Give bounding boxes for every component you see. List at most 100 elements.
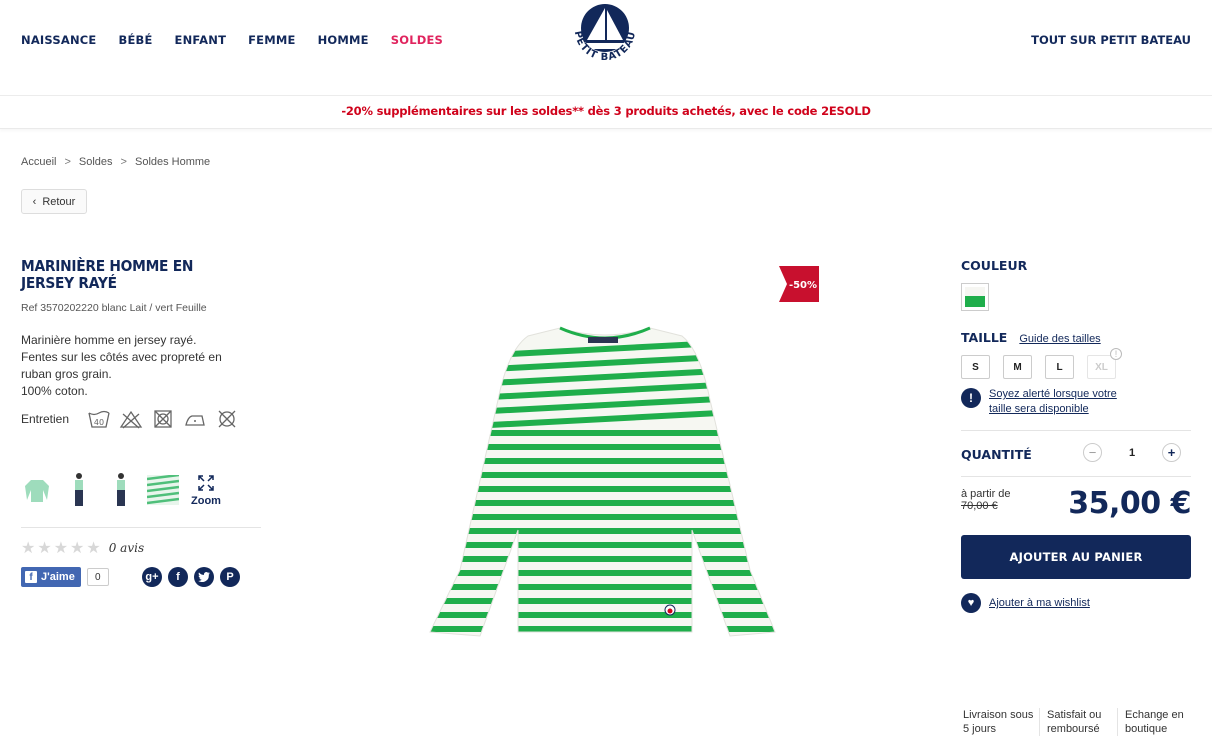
wash-40-icon: 40 bbox=[88, 410, 110, 428]
facebook-like-label: J'aime bbox=[41, 571, 75, 583]
price-from-label: à partir de bbox=[961, 488, 1011, 500]
description-line: Marinière homme en jersey rayé. bbox=[21, 333, 197, 347]
no-bleach-icon bbox=[119, 410, 143, 429]
shirt-stripe bbox=[430, 472, 775, 478]
current-price: 35,00 € bbox=[1068, 486, 1191, 521]
shirt-stripe bbox=[430, 458, 775, 464]
star-icon: ★ bbox=[37, 540, 52, 557]
facebook-like-button[interactable]: f J'aime bbox=[21, 567, 81, 587]
quantity-decrease-button[interactable]: − bbox=[1083, 443, 1102, 462]
breadcrumb-soldes[interactable]: Soldes bbox=[79, 156, 113, 168]
discount-badge: -50% bbox=[779, 266, 819, 302]
size-options: S M L XL bbox=[961, 355, 1116, 379]
size-l[interactable]: L bbox=[1045, 355, 1074, 379]
alert-icon: ! bbox=[961, 388, 981, 408]
pinterest-icon[interactable]: P bbox=[220, 567, 240, 587]
thumbnail-detail[interactable] bbox=[147, 472, 179, 508]
breadcrumb-soldes-homme[interactable]: Soldes Homme bbox=[135, 156, 210, 168]
star-icon: ★ bbox=[21, 540, 36, 557]
care-instructions: Entretien 40 bbox=[21, 408, 239, 430]
feature-delivery: Livraison sous 5 jours bbox=[963, 709, 1034, 735]
wishlist-link[interactable]: Ajouter à ma wishlist bbox=[989, 597, 1090, 609]
thumbnail-model-front[interactable] bbox=[63, 472, 95, 508]
thumbnail-front[interactable] bbox=[21, 472, 53, 508]
nav-homme[interactable]: HOMME bbox=[318, 33, 369, 47]
promo-banner[interactable]: -20% supplémentaires sur les soldes** dè… bbox=[0, 96, 1212, 129]
unavailable-info-icon[interactable]: ! bbox=[1110, 348, 1122, 360]
shirt-stripe bbox=[430, 444, 775, 450]
size-m[interactable]: M bbox=[1003, 355, 1032, 379]
about-link[interactable]: TOUT SUR PETIT BATEAU bbox=[1031, 33, 1191, 47]
star-icon: ★ bbox=[86, 540, 101, 557]
quantity-stepper: − 1 + bbox=[1083, 443, 1181, 462]
quantity-label: QUANTITÉ bbox=[961, 447, 1032, 462]
facebook-icon[interactable]: f bbox=[168, 567, 188, 587]
divider bbox=[961, 476, 1191, 477]
breadcrumb-separator: > bbox=[120, 156, 127, 168]
wishlist: ♥ Ajouter à ma wishlist bbox=[961, 593, 1090, 613]
no-dry-clean-icon bbox=[218, 410, 236, 428]
rating[interactable]: ★ ★ ★ ★ ★ 0 avis bbox=[21, 538, 144, 558]
add-to-cart-button[interactable]: AJOUTER AU PANIER bbox=[961, 535, 1191, 579]
facebook-like-count: 0 bbox=[86, 568, 109, 586]
shirt-stripe bbox=[430, 430, 775, 436]
shirt-stripe bbox=[430, 598, 775, 604]
main-nav: NAISSANCE BÉBÉ ENFANT FEMME HOMME SOLDES bbox=[21, 33, 465, 47]
divider bbox=[961, 430, 1191, 431]
nav-soldes[interactable]: SOLDES bbox=[391, 33, 443, 47]
old-price: 70,00 € bbox=[961, 500, 998, 512]
discount-label: -50% bbox=[789, 280, 817, 291]
petit-bateau-logo[interactable]: PETIT BATEAU bbox=[561, 0, 649, 80]
product-title: MARINIÈRE HOMME EN JERSEY RAYÉ bbox=[21, 257, 194, 292]
back-button[interactable]: ‹ Retour bbox=[21, 189, 87, 214]
divider bbox=[21, 527, 261, 528]
quantity-value[interactable]: 1 bbox=[1102, 447, 1162, 459]
size-label: TAILLE bbox=[961, 330, 1008, 345]
shirt-stripe bbox=[430, 584, 775, 590]
shirt-stripe bbox=[430, 486, 775, 492]
twitter-icon[interactable] bbox=[194, 567, 214, 587]
breadcrumb-accueil[interactable]: Accueil bbox=[21, 156, 56, 168]
expand-icon bbox=[197, 474, 215, 495]
reviews-count[interactable]: 0 avis bbox=[109, 541, 144, 555]
heart-icon[interactable]: ♥ bbox=[961, 593, 981, 613]
quantity-increase-button[interactable]: + bbox=[1162, 443, 1181, 462]
size-alert-link[interactable]: Soyez alerté lorsque votre taille sera d… bbox=[989, 387, 1129, 417]
description-line: Fentes sur les côtés avec propreté en ru… bbox=[21, 350, 222, 381]
zoom-button[interactable]: Zoom bbox=[191, 474, 221, 507]
service-features: Livraison sous 5 jours Satisfait ou remb… bbox=[961, 708, 1195, 736]
price-from: à partir de 70,00 € bbox=[961, 488, 1011, 512]
google-plus-icon[interactable]: g+ bbox=[142, 567, 162, 587]
shirt-stripe bbox=[430, 542, 775, 548]
care-label: Entretien bbox=[21, 412, 70, 426]
size-guide-link[interactable]: Guide des tailles bbox=[1019, 333, 1100, 345]
star-icon: ★ bbox=[70, 540, 85, 557]
thumbnail-model-back[interactable] bbox=[105, 472, 137, 508]
size-header: TAILLE Guide des tailles bbox=[961, 330, 1101, 345]
nav-naissance[interactable]: NAISSANCE bbox=[21, 33, 96, 47]
social-share: g+ f P bbox=[142, 567, 240, 587]
wash-temp-label: 40 bbox=[94, 418, 104, 427]
breadcrumb-separator: > bbox=[64, 156, 71, 168]
nav-enfant[interactable]: ENFANT bbox=[175, 33, 227, 47]
breadcrumb: Accueil > Soldes > Soldes Homme bbox=[21, 156, 210, 168]
nav-femme[interactable]: FEMME bbox=[248, 33, 295, 47]
color-label: COULEUR bbox=[961, 258, 1028, 273]
shirt-stripe bbox=[430, 626, 775, 632]
thumbnail-strip: Zoom bbox=[21, 472, 221, 508]
product-description: Marinière homme en jersey rayé. Fentes s… bbox=[21, 332, 251, 400]
description-line: 100% coton. bbox=[21, 384, 88, 398]
size-alert: ! Soyez alerté lorsque votre taille sera… bbox=[961, 387, 1129, 417]
shirt-stripe bbox=[430, 514, 775, 520]
color-swatch[interactable] bbox=[961, 283, 989, 311]
star-icon: ★ bbox=[53, 540, 69, 557]
product-image[interactable] bbox=[420, 320, 790, 640]
feature-satisfaction: Satisfait ou remboursé bbox=[1039, 708, 1117, 736]
size-s[interactable]: S bbox=[961, 355, 990, 379]
nav-bebe[interactable]: BÉBÉ bbox=[118, 33, 152, 47]
shirt-stripe bbox=[430, 556, 775, 562]
facebook-icon: f bbox=[25, 571, 37, 583]
no-tumble-dry-icon bbox=[154, 410, 172, 428]
site-header: NAISSANCE BÉBÉ ENFANT FEMME HOMME SOLDES… bbox=[0, 0, 1212, 96]
zoom-label: Zoom bbox=[191, 494, 221, 507]
